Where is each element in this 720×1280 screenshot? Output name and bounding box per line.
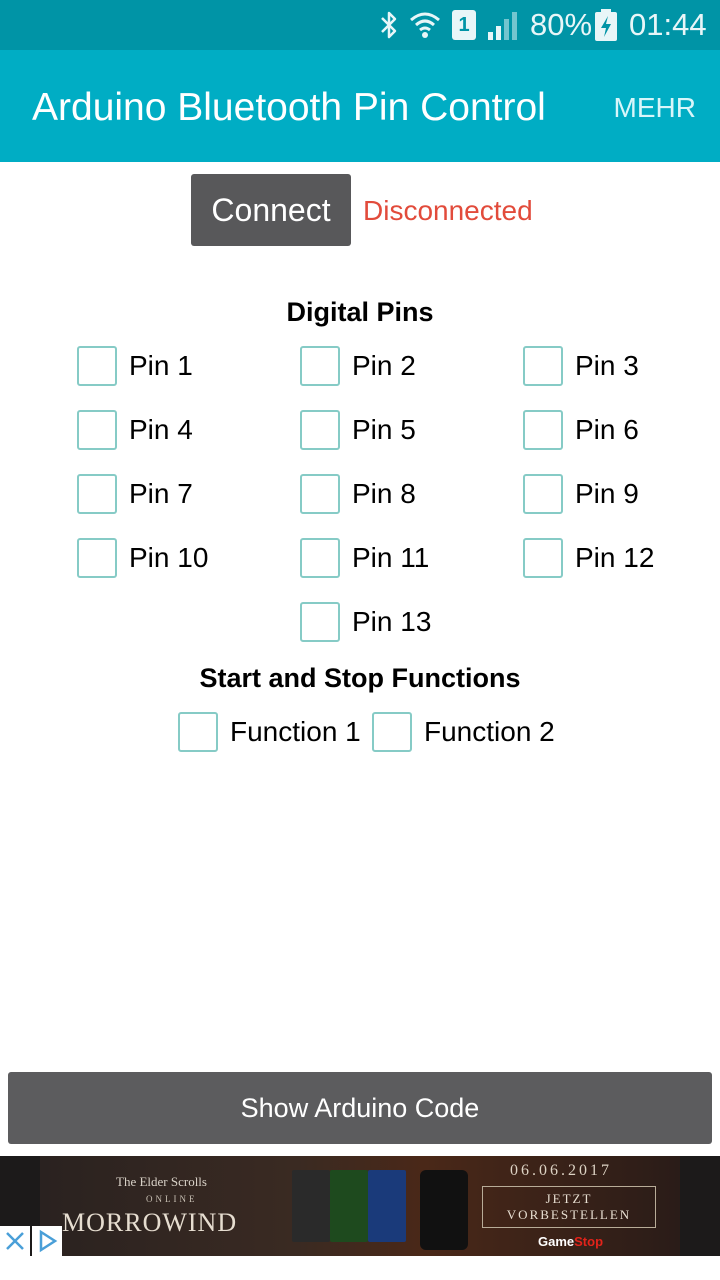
game-box-image bbox=[368, 1170, 406, 1242]
pin-8-checkbox[interactable]: Pin 8 bbox=[300, 474, 416, 514]
clock: 01:44 bbox=[629, 7, 707, 42]
pin-10-checkbox[interactable]: Pin 10 bbox=[77, 538, 208, 578]
pin-12-checkbox[interactable]: Pin 12 bbox=[523, 538, 654, 578]
game-box-image bbox=[292, 1170, 330, 1242]
checkbox-box[interactable] bbox=[523, 538, 563, 578]
ad-choices-icon[interactable] bbox=[32, 1226, 62, 1256]
app-bar: Arduino Bluetooth Pin Control MEHR bbox=[0, 50, 720, 162]
wifi-icon bbox=[410, 12, 440, 38]
sponsor-name-part2: Stop bbox=[574, 1234, 604, 1249]
pin-9-label: Pin 9 bbox=[575, 478, 639, 509]
checkbox-box[interactable] bbox=[77, 538, 117, 578]
pin-6-checkbox[interactable]: Pin 6 bbox=[523, 410, 639, 450]
function-2-checkbox[interactable]: Function 2 bbox=[372, 712, 555, 752]
app-title: Arduino Bluetooth Pin Control bbox=[32, 86, 546, 129]
bluetooth-icon bbox=[381, 11, 397, 39]
digital-pins-heading: Digital Pins bbox=[286, 297, 434, 327]
pin-6-label: Pin 6 bbox=[575, 414, 639, 445]
pin-4-label: Pin 4 bbox=[129, 414, 193, 445]
pin-11-label: Pin 11 bbox=[352, 542, 430, 573]
pin-1-checkbox[interactable]: Pin 1 bbox=[77, 346, 193, 386]
ad-game-subtitle: ONLINE bbox=[146, 1194, 198, 1204]
pin-13-label: Pin 13 bbox=[352, 606, 432, 637]
checkbox-box[interactable] bbox=[523, 410, 563, 450]
checkbox-box[interactable] bbox=[300, 346, 340, 386]
pin-5-label: Pin 5 bbox=[352, 414, 416, 445]
checkbox-box[interactable] bbox=[77, 474, 117, 514]
ad-close-icon[interactable] bbox=[0, 1226, 30, 1256]
checkbox-box[interactable] bbox=[523, 346, 563, 386]
ad-game-series: The Elder Scrolls bbox=[116, 1174, 207, 1189]
sim-icon: 1 bbox=[452, 10, 476, 40]
checkbox-box[interactable] bbox=[300, 602, 340, 642]
pin-9-checkbox[interactable]: Pin 9 bbox=[523, 474, 639, 514]
checkbox-box[interactable] bbox=[300, 410, 340, 450]
ad-cta-line2: VORBESTELLEN bbox=[506, 1207, 632, 1222]
functions-heading: Start and Stop Functions bbox=[199, 663, 521, 693]
pin-11-checkbox[interactable]: Pin 11 bbox=[300, 538, 429, 578]
checkbox-box[interactable] bbox=[77, 346, 117, 386]
checkbox-box[interactable] bbox=[523, 474, 563, 514]
show-arduino-code-button[interactable]: Show Arduino Code bbox=[8, 1072, 712, 1144]
checkbox-box[interactable] bbox=[372, 712, 412, 752]
ad-banner[interactable]: The Elder Scrolls ONLINE MORROWIND 06.06… bbox=[0, 1156, 720, 1256]
pin-4-checkbox[interactable]: Pin 4 bbox=[77, 410, 193, 450]
checkbox-box[interactable] bbox=[77, 410, 117, 450]
pin-10-label: Pin 10 bbox=[129, 542, 209, 573]
pin-3-checkbox[interactable]: Pin 3 bbox=[523, 346, 639, 386]
pin-3-label: Pin 3 bbox=[575, 350, 639, 381]
ad-cta-line1: JETZT bbox=[545, 1191, 593, 1206]
pin-5-checkbox[interactable]: Pin 5 bbox=[300, 410, 416, 450]
pin-13-checkbox[interactable]: Pin 13 bbox=[300, 602, 431, 642]
battery-charging-icon bbox=[595, 9, 617, 41]
pin-12-label: Pin 12 bbox=[575, 542, 655, 573]
pin-1-label: Pin 1 bbox=[129, 350, 193, 381]
connection-status: Disconnected bbox=[363, 195, 533, 226]
function-2-label: Function 2 bbox=[424, 716, 555, 747]
battery-percent: 80% bbox=[530, 7, 593, 42]
pin-2-checkbox[interactable]: Pin 2 bbox=[300, 346, 416, 386]
checkbox-box[interactable] bbox=[178, 712, 218, 752]
checkbox-box[interactable] bbox=[300, 474, 340, 514]
pin-8-label: Pin 8 bbox=[352, 478, 416, 509]
ad-release-date: 06.06.2017 bbox=[510, 1162, 612, 1179]
pin-7-label: Pin 7 bbox=[129, 478, 193, 509]
function-1-label: Function 1 bbox=[230, 716, 361, 747]
function-1-checkbox[interactable]: Function 1 bbox=[178, 712, 361, 752]
connect-button[interactable]: Connect bbox=[191, 174, 351, 246]
status-bar: 1 80% 01:44 bbox=[0, 0, 720, 50]
checkbox-box[interactable] bbox=[300, 538, 340, 578]
tshirt-image bbox=[420, 1170, 468, 1250]
ad-preorder-button[interactable]: JETZT VORBESTELLEN bbox=[482, 1186, 656, 1228]
game-box-image bbox=[330, 1170, 368, 1242]
ad-sponsor-logo: GameStop bbox=[538, 1234, 603, 1249]
more-menu-button[interactable]: MEHR bbox=[614, 90, 696, 126]
ad-game-title: MORROWIND bbox=[62, 1208, 238, 1237]
sponsor-name-part1: Game bbox=[538, 1234, 575, 1249]
signal-icon bbox=[488, 12, 517, 40]
pin-7-checkbox[interactable]: Pin 7 bbox=[77, 474, 193, 514]
pin-2-label: Pin 2 bbox=[352, 350, 416, 381]
